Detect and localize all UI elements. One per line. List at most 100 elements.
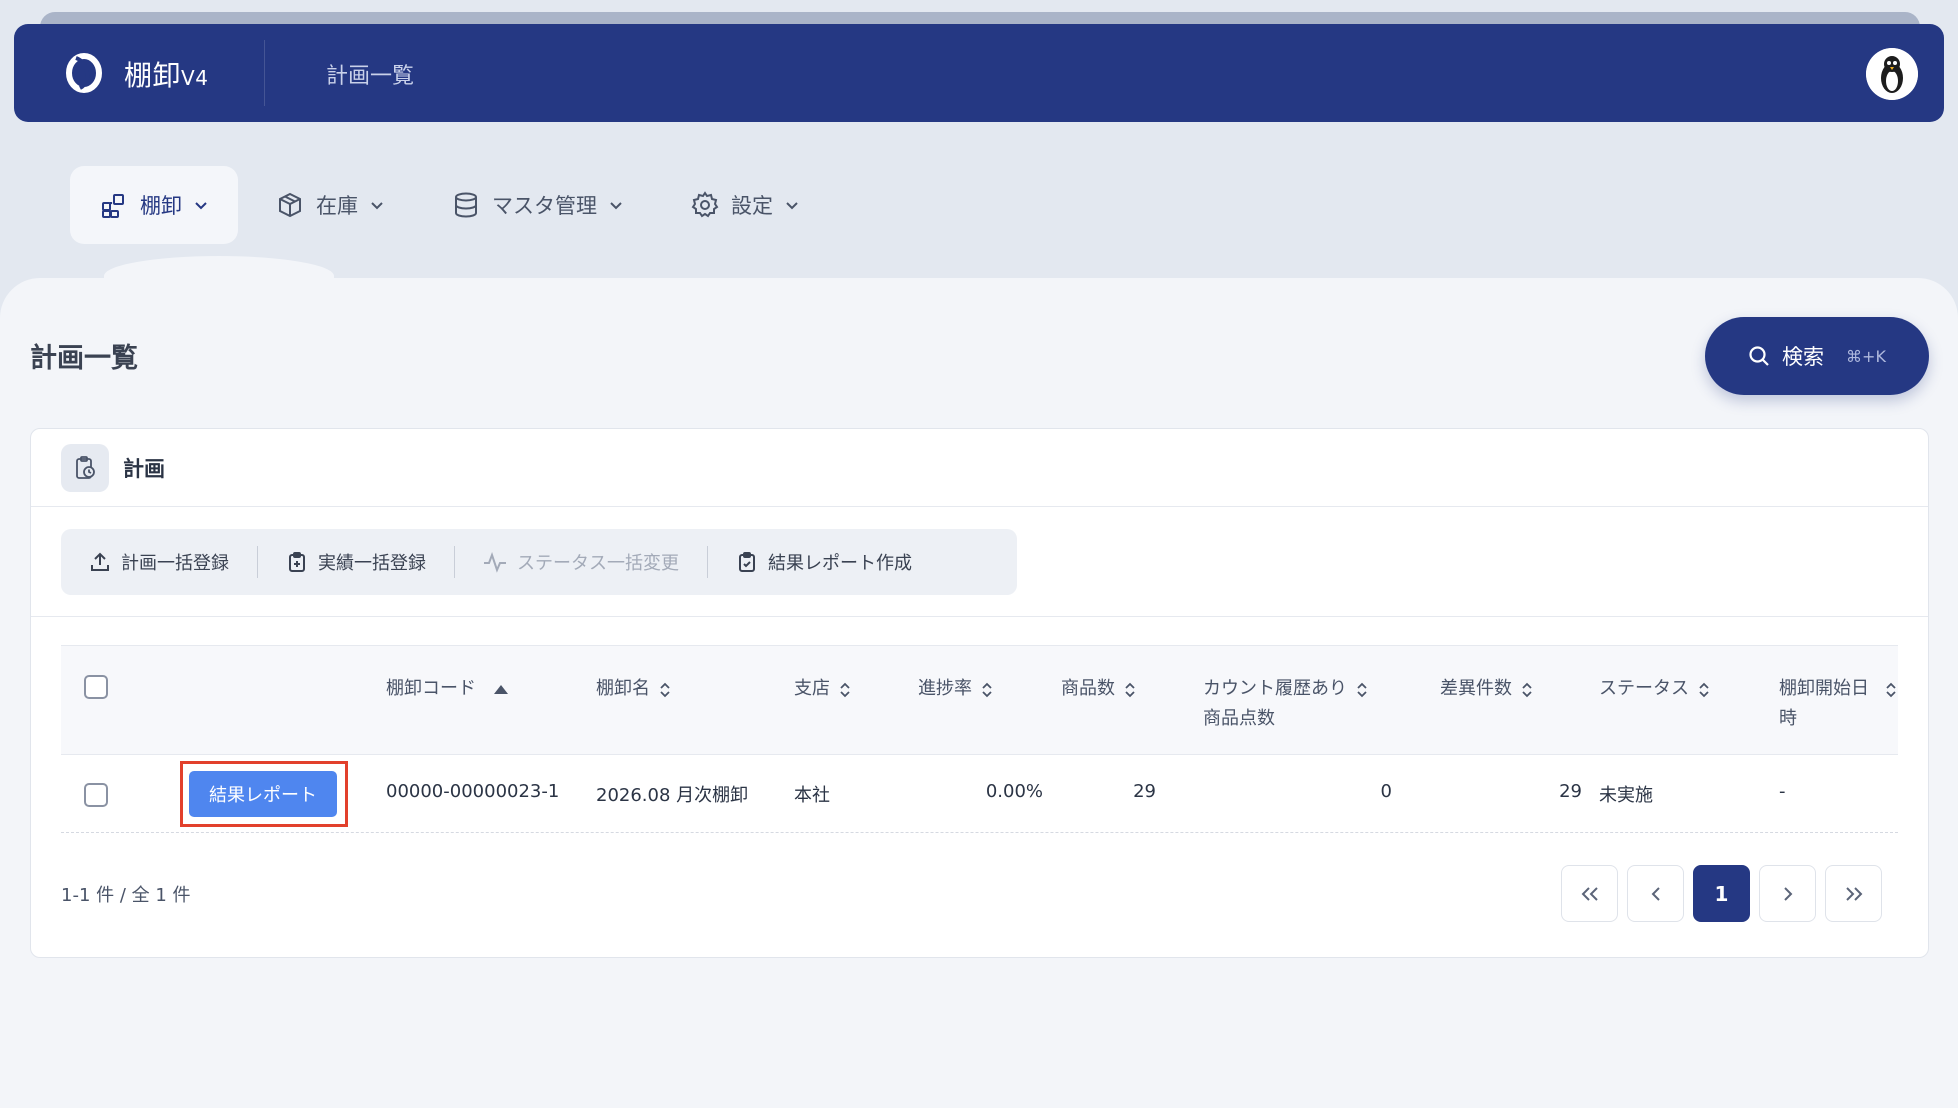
select-all-checkbox[interactable] bbox=[84, 675, 108, 699]
column-header-branch[interactable]: 支店 bbox=[794, 674, 852, 704]
nav-label: マスタ管理 bbox=[492, 194, 597, 218]
column-label: カウント履歴あり bbox=[1203, 678, 1347, 699]
page-button-current[interactable]: 1 bbox=[1693, 865, 1750, 922]
search-icon bbox=[1749, 346, 1769, 366]
row-checkbox[interactable] bbox=[84, 783, 108, 807]
clipboard-plus-icon bbox=[289, 552, 305, 572]
cell-branch: 本社 bbox=[794, 785, 830, 806]
sort-icon bbox=[1699, 682, 1709, 698]
create-result-report-button[interactable]: 結果レポート作成 bbox=[708, 546, 940, 578]
cell-start-date: - bbox=[1779, 781, 1786, 802]
gear-icon bbox=[691, 191, 719, 218]
cell-item-count: 29 bbox=[1133, 781, 1156, 802]
nav-tab-connector bbox=[104, 256, 334, 296]
toolbar-label: 結果レポート作成 bbox=[768, 553, 912, 574]
bulk-plan-register-button[interactable]: 計画一括登録 bbox=[61, 546, 257, 578]
column-header-diff-count[interactable]: 差異件数 bbox=[1440, 674, 1534, 704]
plan-card: 計画 計画一括登録 実績一括登録 ステータス一括変更 結果レポート作成 棚卸コー… bbox=[30, 428, 1929, 958]
nav-label: 棚卸 bbox=[140, 194, 182, 218]
column-label: 棚卸名 bbox=[596, 678, 650, 699]
chevrons-right-icon bbox=[1845, 886, 1862, 901]
table-header: 棚卸コード 棚卸名 支店 進捗率 商品数 カウント履歴あり 商品点数 差異件数 … bbox=[61, 645, 1898, 755]
toolbar-label: ステータス一括変更 bbox=[517, 553, 679, 574]
nav-label: 設定 bbox=[731, 194, 773, 218]
brand-version: V4 bbox=[181, 66, 209, 90]
sort-icon bbox=[840, 682, 850, 698]
result-report-button[interactable]: 結果レポート bbox=[189, 771, 337, 817]
chevrons-left-icon bbox=[1581, 886, 1598, 901]
plan-table: 棚卸コード 棚卸名 支店 進捗率 商品数 カウント履歴あり 商品点数 差異件数 … bbox=[61, 645, 1898, 833]
search-shortcut: ⌘+K bbox=[1846, 346, 1886, 366]
sort-icon bbox=[1125, 682, 1135, 698]
sort-icon bbox=[982, 682, 992, 698]
chevron-down-icon bbox=[195, 202, 207, 210]
clipboard-clock-icon bbox=[76, 455, 95, 479]
sort-icon bbox=[1357, 682, 1367, 698]
column-label-multiline: カウント履歴あり 商品点数 bbox=[1203, 674, 1347, 734]
chevron-down-icon bbox=[786, 202, 798, 210]
activity-icon bbox=[484, 552, 506, 573]
toolbar-label: 実績一括登録 bbox=[318, 553, 426, 574]
column-header-name[interactable]: 棚卸名 bbox=[596, 674, 672, 704]
table-row: 結果レポート 00000-00000023-1 2026.08 月次棚卸 本社 … bbox=[61, 755, 1898, 833]
first-page-button[interactable] bbox=[1561, 865, 1618, 922]
brand-text: 棚卸 bbox=[124, 59, 182, 92]
top-header: 棚卸V4 計画一覧 bbox=[14, 24, 1944, 122]
nav-item-master[interactable]: マスタ管理 bbox=[422, 166, 653, 244]
prev-page-button[interactable] bbox=[1627, 865, 1684, 922]
chevron-right-icon bbox=[1783, 886, 1792, 901]
brand-logo-icon bbox=[66, 53, 102, 93]
user-avatar[interactable] bbox=[1866, 48, 1918, 100]
cell-counted-items: 0 bbox=[1380, 781, 1392, 802]
action-toolbar: 計画一括登録 実績一括登録 ステータス一括変更 結果レポート作成 bbox=[61, 529, 1017, 595]
chevron-down-icon bbox=[371, 202, 383, 210]
chevron-left-icon bbox=[1651, 886, 1660, 901]
nav-item-inventory[interactable]: 棚卸 bbox=[70, 166, 238, 244]
card-icon-box bbox=[61, 443, 109, 492]
sort-icon bbox=[660, 682, 670, 698]
column-label: 進捗率 bbox=[918, 678, 972, 699]
cell-code: 00000-00000023-1 bbox=[386, 781, 560, 802]
page-title: 計画一覧 bbox=[30, 343, 138, 374]
column-header-progress[interactable]: 進捗率 bbox=[918, 674, 994, 704]
search-label: 検索 bbox=[1782, 345, 1825, 369]
header-divider bbox=[264, 40, 265, 106]
main-nav: 棚卸 在庫 マスタ管理 設定 bbox=[70, 166, 837, 244]
sort-icon bbox=[1522, 682, 1532, 698]
cell-status: 未実施 bbox=[1599, 785, 1653, 806]
database-icon bbox=[455, 192, 477, 218]
column-label: 差異件数 bbox=[1440, 678, 1512, 699]
cell-diff-count: 29 bbox=[1559, 781, 1582, 802]
result-count: 1-1 件 / 全 1 件 bbox=[61, 885, 191, 906]
next-page-button[interactable] bbox=[1759, 865, 1816, 922]
pagination: 1 bbox=[1561, 865, 1882, 922]
column-header-counted-items[interactable]: カウント履歴あり 商品点数 bbox=[1203, 674, 1369, 734]
nav-item-stock[interactable]: 在庫 bbox=[246, 166, 414, 244]
cell-name: 2026.08 月次棚卸 bbox=[596, 785, 749, 806]
column-header-status[interactable]: ステータス bbox=[1599, 674, 1711, 704]
column-header-code[interactable]: 棚卸コード bbox=[386, 674, 510, 704]
chevron-down-icon bbox=[610, 202, 622, 210]
bulk-status-change-button[interactable]: ステータス一括変更 bbox=[455, 546, 707, 578]
breadcrumb: 計画一覧 bbox=[326, 64, 415, 89]
search-button[interactable]: 検索 ⌘+K bbox=[1705, 317, 1929, 395]
nav-item-settings[interactable]: 設定 bbox=[661, 166, 829, 244]
sort-ascending-icon bbox=[494, 685, 508, 694]
last-page-button[interactable] bbox=[1825, 865, 1882, 922]
toolbar-label: 計画一括登録 bbox=[121, 553, 229, 574]
column-header-item-count[interactable]: 商品数 bbox=[1061, 674, 1137, 704]
column-label: 棚卸コード bbox=[386, 678, 476, 699]
column-label: 棚卸開始日時 bbox=[1779, 678, 1869, 729]
column-header-start-date[interactable]: 棚卸開始日時 bbox=[1779, 674, 1898, 734]
grid-icon bbox=[102, 194, 124, 218]
card-header: 計画 bbox=[31, 429, 1928, 507]
upload-icon bbox=[91, 552, 109, 571]
box-icon bbox=[279, 192, 301, 218]
column-label: 商品数 bbox=[1061, 678, 1115, 699]
nav-label: 在庫 bbox=[316, 194, 358, 218]
bulk-result-register-button[interactable]: 実績一括登録 bbox=[258, 546, 454, 578]
toolbar-area: 計画一括登録 実績一括登録 ステータス一括変更 結果レポート作成 bbox=[31, 507, 1928, 617]
brand-name[interactable]: 棚卸V4 bbox=[124, 54, 208, 94]
column-label: ステータス bbox=[1599, 678, 1689, 699]
column-label: 商品点数 bbox=[1203, 708, 1275, 729]
